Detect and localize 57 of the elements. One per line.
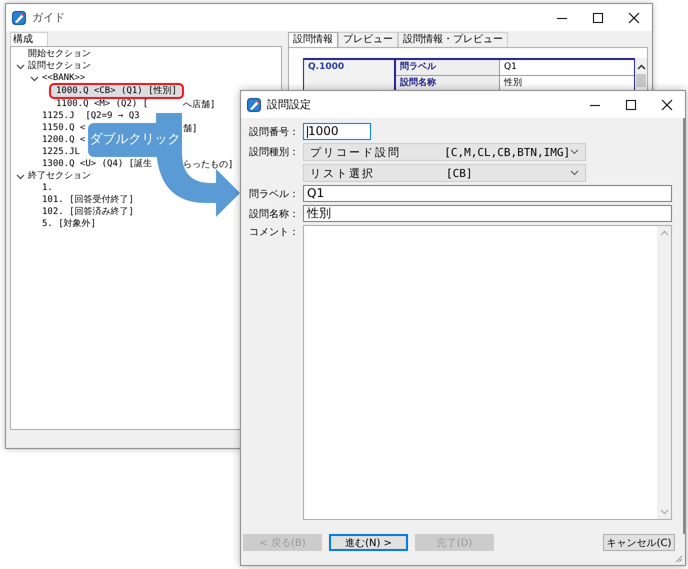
window-title: 設問設定: [267, 97, 311, 112]
scroll-up-icon[interactable]: [636, 64, 646, 70]
dialog-button[interactable]: 進む(N) >: [329, 534, 408, 551]
close-icon[interactable]: [661, 98, 673, 110]
tree-item[interactable]: 終了セクション: [27, 170, 92, 182]
tree-item-text: へ店舗]: [183, 98, 216, 110]
input-field[interactable]: Q1: [303, 185, 672, 202]
tab[interactable]: 設問情報: [288, 32, 338, 47]
tree-item[interactable]: 開始セクション: [27, 48, 92, 60]
tree-item[interactable]: 1.: [41, 182, 54, 194]
dropdown[interactable]: プリコード設問 [C,M,CL,CB,BTN,IMG]: [303, 143, 586, 161]
table-cell: 設問名称: [396, 76, 500, 91]
field-label: 設問名称：: [249, 208, 299, 220]
chevron-icon[interactable]: [30, 74, 38, 82]
tree-item[interactable]: 102. [回答済み終了]: [41, 206, 135, 218]
field-label: 問ラベル：: [249, 188, 299, 200]
tree-item[interactable]: 設問セクション: [27, 60, 92, 72]
dialog-button[interactable]: キャンセル(C): [603, 534, 675, 551]
dropdown[interactable]: リスト選択 [CB]: [303, 164, 586, 182]
scrollbar[interactable]: [635, 58, 647, 89]
tree-item[interactable]: 1200.Q <: [41, 134, 86, 146]
window-title: ガイド: [32, 10, 65, 25]
field-label: 設問種別：: [249, 147, 299, 158]
tree-item[interactable]: 1125.J [Q2=9 → Q3: [41, 110, 141, 122]
panel-tab[interactable]: 構成: [10, 32, 48, 46]
tab[interactable]: プレビュー: [338, 32, 398, 47]
tab[interactable]: 設問情報・プレビュー: [398, 32, 508, 47]
tree-item[interactable]: 1150.Q <: [41, 122, 86, 134]
tree-item[interactable]: 1100.Q <M> (Q2) [: [55, 98, 150, 110]
table-cell-text: Q1: [503, 61, 518, 74]
tree-item[interactable]: 1000.Q <CB> (Q1) [性別]: [49, 83, 184, 99]
table-cell: Q.1000: [304, 60, 396, 92]
dropdown-caret-icon: [570, 170, 579, 176]
close-icon[interactable]: [628, 12, 640, 24]
tree-item-text: 舗]: [183, 122, 198, 134]
tree-item[interactable]: 5. [対象外]: [41, 218, 98, 230]
tree-item[interactable]: 101. [回答受付終了]: [41, 194, 135, 206]
maximize-icon[interactable]: [625, 98, 637, 110]
chevron-icon[interactable]: [16, 172, 24, 180]
tree-item[interactable]: 1225.JL: [41, 146, 81, 158]
tree-item-text: らったもの]: [183, 158, 234, 170]
app-icon: [12, 10, 26, 24]
dropdown-caret-icon: [570, 149, 579, 155]
input-field[interactable]: 性別: [303, 205, 672, 222]
input-field[interactable]: 1000: [303, 123, 371, 140]
tree-item[interactable]: <<BANK>>: [41, 72, 86, 84]
table-cell: 問ラベル: [396, 60, 500, 75]
table-cell-text: 性別: [502, 76, 523, 90]
tree-item[interactable]: 1300.Q <U> (Q4) [誕生: [41, 158, 154, 170]
maximize-icon[interactable]: [592, 12, 604, 24]
scroll-thumb[interactable]: [636, 74, 646, 87]
field-label: 設問番号：: [249, 126, 299, 138]
resize-grip-icon[interactable]: [675, 555, 683, 563]
app-icon: [247, 98, 261, 112]
field-label: コメント：: [249, 227, 299, 238]
chevron-icon[interactable]: [16, 62, 24, 70]
comment-field[interactable]: [303, 225, 672, 520]
